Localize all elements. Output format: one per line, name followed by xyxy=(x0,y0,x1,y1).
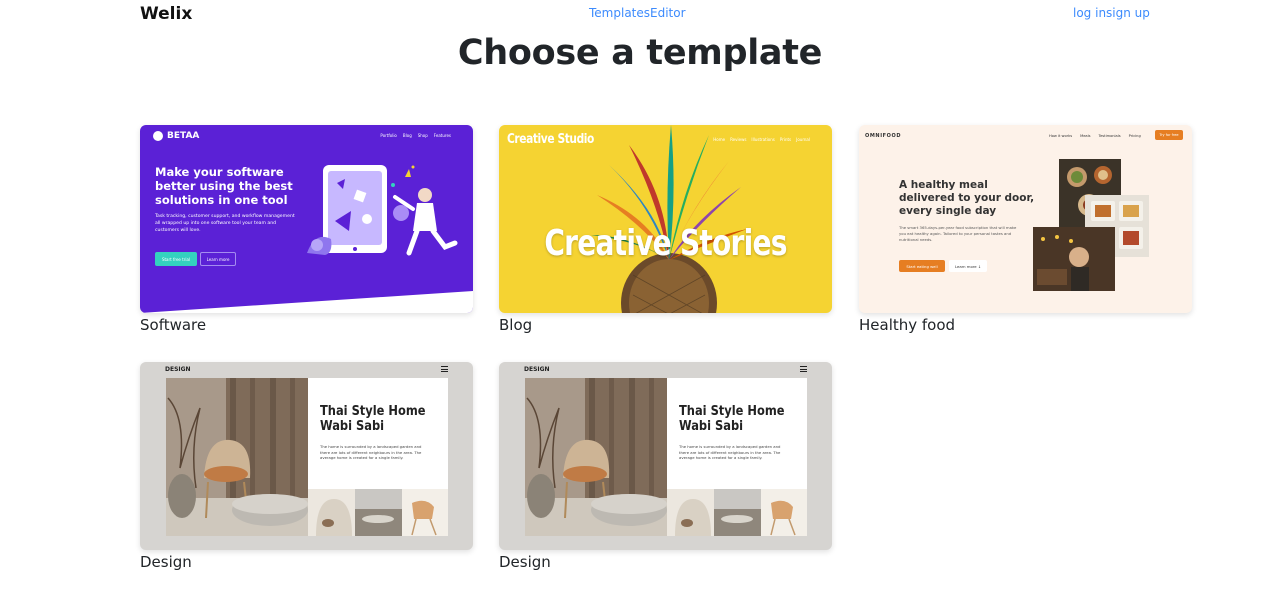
hamburger-menu-icon xyxy=(441,366,448,374)
brand-logo[interactable]: Welix xyxy=(140,4,192,24)
template-label-design: Design xyxy=(499,553,551,571)
food-menu-item: How it works xyxy=(1049,134,1073,138)
food-cta-button: Try for free xyxy=(1155,130,1183,140)
template-label-design: Design xyxy=(140,553,192,571)
design-logo: DESIGN xyxy=(524,366,550,373)
template-card-healthy-food[interactable]: OMNIFOOD How it works Meals Testimonials… xyxy=(859,125,1192,334)
template-card-software[interactable]: BETAA Portfolio Blog Shop Features Make … xyxy=(140,125,473,334)
software-headline: Make your software better using the best… xyxy=(155,165,293,207)
food-menu-item: Meals xyxy=(1080,134,1091,138)
software-menu-item: Features xyxy=(433,133,451,138)
food-menu-item: Testimonials xyxy=(1098,134,1121,138)
center-nav: TemplatesEditor xyxy=(589,6,686,20)
nav-link-login[interactable]: log in xyxy=(1073,6,1106,20)
food-secondary-button: Learn more ↓ xyxy=(949,260,987,272)
blog-headline: Creative Stories xyxy=(544,223,787,264)
software-menu-item: Shop xyxy=(417,133,428,138)
blog-menu-item: Reviews xyxy=(730,137,747,142)
interior-chair-image xyxy=(166,378,308,536)
food-body: The smart 365-days-per-year food subscri… xyxy=(899,225,1017,242)
auth-nav: log insign up xyxy=(1073,6,1150,20)
template-card-design[interactable]: DESIGN Thai Style Home Wabi Sabi The hom… xyxy=(499,362,832,571)
design-photo-strip xyxy=(667,489,807,536)
blog-logo: Creative Studio xyxy=(507,132,594,147)
template-preview-design[interactable]: DESIGN Thai Style Home Wabi Sabi The hom… xyxy=(140,362,473,550)
nav-link-signup[interactable]: sign up xyxy=(1106,6,1150,20)
design-logo: DESIGN xyxy=(165,366,191,373)
design-body: The home is surrounded by a landscaped g… xyxy=(679,444,781,460)
blog-menu-item: Prints xyxy=(779,137,792,142)
template-card-design[interactable]: DESIGN Thai Style Home Wabi Sabi The hom… xyxy=(140,362,473,571)
food-headline: A healthy meal delivered to your door, e… xyxy=(899,179,1035,217)
template-label-software: Software xyxy=(140,316,207,334)
food-primary-button: Start eating well xyxy=(899,260,945,272)
design-headline: Thai Style Home Wabi Sabi xyxy=(320,404,426,434)
blog-menu: Home Reviews Illustrations Prints Journa… xyxy=(713,137,810,142)
software-menu: Portfolio Blog Shop Features xyxy=(380,133,451,138)
betaa-logo-icon xyxy=(153,131,163,141)
food-menu-item: Pricing xyxy=(1128,134,1141,138)
template-preview-healthy-food[interactable]: OMNIFOOD How it works Meals Testimonials… xyxy=(859,125,1192,313)
template-card-blog[interactable]: Creative Studio Home Reviews Illustratio… xyxy=(499,125,832,334)
tablet-illustration xyxy=(307,165,458,256)
template-label-blog: Blog xyxy=(499,316,533,334)
template-preview-design[interactable]: DESIGN Thai Style Home Wabi Sabi The hom… xyxy=(499,362,832,550)
template-preview-software[interactable]: BETAA Portfolio Blog Shop Features Make … xyxy=(140,125,473,313)
interior-chair-image xyxy=(525,378,667,536)
nav-link-templates[interactable]: Templates xyxy=(589,6,650,20)
food-menu: How it works Meals Testimonials Pricing xyxy=(1049,134,1141,138)
software-logo-text: BETAA xyxy=(167,131,200,141)
blog-menu-item: Illustrations xyxy=(751,137,775,142)
software-menu-item: Portfolio xyxy=(380,133,397,138)
design-photo-strip xyxy=(308,489,448,536)
software-menu-item: Blog xyxy=(402,133,412,138)
food-photo-collage xyxy=(1033,159,1149,291)
software-body: Task tracking, customer support, and wor… xyxy=(155,214,295,233)
hamburger-menu-icon xyxy=(800,366,807,374)
blog-menu-item: Home xyxy=(713,137,726,142)
blog-menu-item: Journal xyxy=(796,137,810,142)
software-primary-button: Start free trial xyxy=(155,252,197,266)
template-label-healthy-food: Healthy food xyxy=(859,316,956,334)
page-title: Choose a template xyxy=(457,33,823,73)
pineapple-image xyxy=(591,125,747,313)
design-headline: Thai Style Home Wabi Sabi xyxy=(679,404,785,434)
design-body: The home is surrounded by a landscaped g… xyxy=(320,444,422,460)
software-secondary-button: Learn more xyxy=(200,252,236,266)
template-preview-blog[interactable]: Creative Studio Home Reviews Illustratio… xyxy=(499,125,832,313)
food-logo: OMNIFOOD xyxy=(865,133,902,139)
software-logo: BETAA xyxy=(153,131,199,141)
top-nav: Welix TemplatesEditor log insign up xyxy=(0,0,1280,28)
nav-link-editor[interactable]: Editor xyxy=(650,6,686,20)
